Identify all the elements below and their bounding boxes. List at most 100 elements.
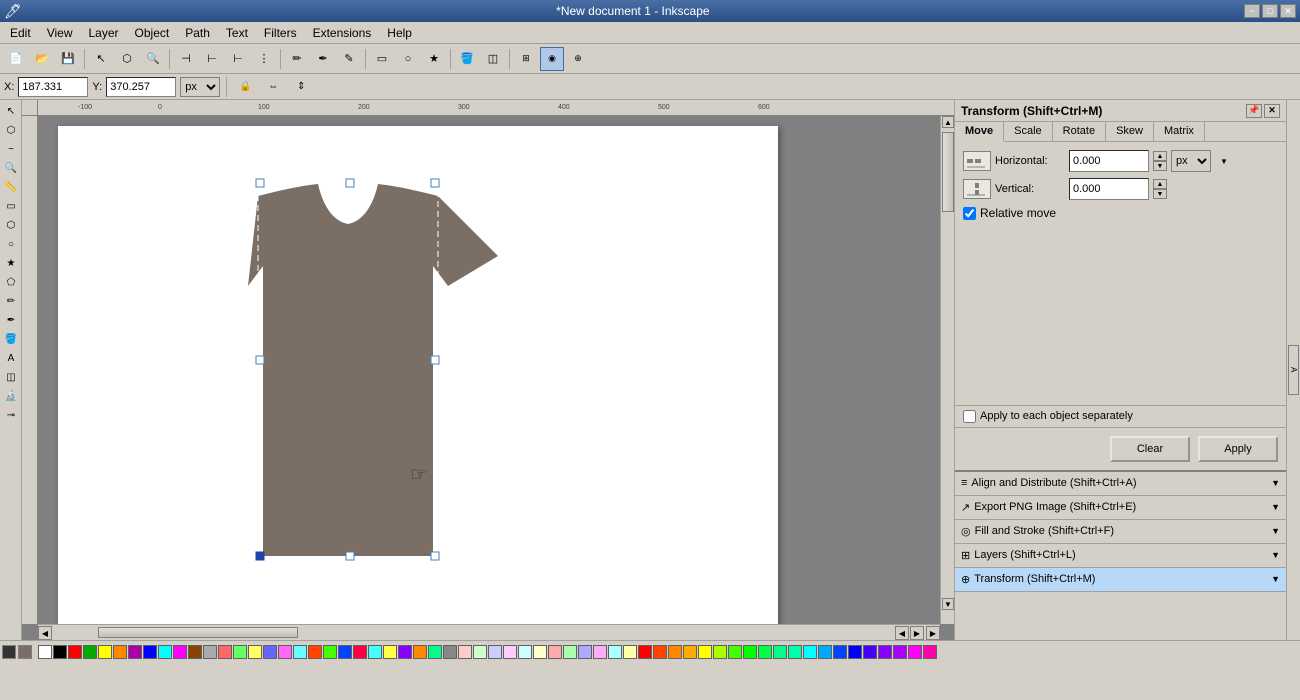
hscroll-right-button[interactable]: ▶	[926, 626, 940, 640]
color-swatch[interactable]	[653, 645, 667, 659]
menu-item-filters[interactable]: Filters	[256, 24, 305, 42]
rect-tool-left[interactable]: ▭	[2, 197, 20, 215]
star-tool-left[interactable]: ★	[2, 254, 20, 272]
color-swatch[interactable]	[878, 645, 892, 659]
page-next[interactable]: ▶	[910, 626, 924, 640]
flip-v-button[interactable]: ⇕	[289, 75, 313, 99]
vscroll-thumb[interactable]	[942, 132, 954, 212]
color-swatch[interactable]	[38, 645, 52, 659]
measure-tool[interactable]: 📏	[2, 178, 20, 196]
color-swatch[interactable]	[488, 645, 502, 659]
color-swatch[interactable]	[728, 645, 742, 659]
menu-item-object[interactable]: Object	[127, 24, 178, 42]
maximize-button[interactable]: □	[1262, 4, 1278, 18]
menu-item-view[interactable]: View	[39, 24, 81, 42]
panel-item-layers[interactable]: ⊞ Layers (Shift+Ctrl+L) ▼	[955, 544, 1286, 568]
relative-move-checkbox[interactable]	[963, 207, 976, 220]
circle-tool[interactable]: ○	[2, 235, 20, 253]
color-swatch[interactable]	[323, 645, 337, 659]
color-swatch[interactable]	[338, 645, 352, 659]
color-swatch[interactable]	[173, 645, 187, 659]
color-swatch[interactable]	[758, 645, 772, 659]
fill-indicator[interactable]	[18, 645, 32, 659]
color-swatch[interactable]	[83, 645, 97, 659]
vscroll-up-button[interactable]: ▲	[942, 116, 954, 128]
pencil-tool-left[interactable]: ✏	[2, 292, 20, 310]
3d-box-tool[interactable]: ⬡	[2, 216, 20, 234]
color-swatch[interactable]	[368, 645, 382, 659]
color-swatch[interactable]	[848, 645, 862, 659]
gradient-tool[interactable]: ◫	[481, 47, 505, 71]
vscroll-down-button[interactable]: ▼	[942, 598, 954, 610]
transform-tab-rotate[interactable]: Rotate	[1053, 122, 1106, 141]
color-swatch[interactable]	[713, 645, 727, 659]
color-swatch[interactable]	[203, 645, 217, 659]
x-input[interactable]	[18, 77, 88, 97]
color-swatch[interactable]	[98, 645, 112, 659]
calligraphy-tool[interactable]: ✒	[2, 311, 20, 329]
vertical-scrollbar[interactable]: ▲ ▼	[940, 116, 954, 624]
color-swatch[interactable]	[68, 645, 82, 659]
color-swatch[interactable]	[218, 645, 232, 659]
unit-select[interactable]: px mm cm in pt	[1171, 150, 1211, 172]
zoom-tool[interactable]: 🔍	[141, 47, 165, 71]
snap-button-3[interactable]: ⊕	[566, 47, 590, 71]
connector-tool[interactable]: ⊸	[2, 406, 20, 424]
vertical-spin-down[interactable]: ▼	[1153, 189, 1167, 199]
color-swatch[interactable]	[458, 645, 472, 659]
color-swatch[interactable]	[518, 645, 532, 659]
color-swatch[interactable]	[473, 645, 487, 659]
eyedropper-tool[interactable]: 🔬	[2, 387, 20, 405]
color-swatch[interactable]	[353, 645, 367, 659]
selection-tool[interactable]: ↖	[2, 102, 20, 120]
pencil-tool[interactable]: ✎	[337, 47, 361, 71]
close-button[interactable]: ✕	[1280, 4, 1296, 18]
paint-bucket-tool[interactable]: 🪣	[2, 330, 20, 348]
color-swatch[interactable]	[863, 645, 877, 659]
color-swatch[interactable]	[833, 645, 847, 659]
panel-item-export[interactable]: ↗ Export PNG Image (Shift+Ctrl+E) ▼	[955, 496, 1286, 520]
gradient-tool-left[interactable]: ◫	[2, 368, 20, 386]
pen-tool[interactable]: ✒	[311, 47, 335, 71]
canvas-area[interactable]: -100 0 100 200 300 400 500 600	[22, 100, 954, 640]
color-swatch[interactable]	[143, 645, 157, 659]
color-swatch[interactable]	[803, 645, 817, 659]
transform-tab-move[interactable]: Move	[955, 122, 1004, 142]
hscroll-thumb[interactable]	[98, 627, 298, 638]
tshirt-object[interactable]: ☞	[178, 176, 518, 579]
color-swatch[interactable]	[548, 645, 562, 659]
menu-item-layer[interactable]: Layer	[80, 24, 126, 42]
align-right-button[interactable]: ⊢	[226, 47, 250, 71]
color-swatch[interactable]	[113, 645, 127, 659]
rect-tool[interactable]: ▭	[370, 47, 394, 71]
color-swatch[interactable]	[668, 645, 682, 659]
snap-button-1[interactable]: ⊞	[514, 47, 538, 71]
node-tool[interactable]: ⬡	[115, 47, 139, 71]
color-swatch[interactable]	[53, 645, 67, 659]
minimize-button[interactable]: −	[1244, 4, 1260, 18]
node-edit-tool[interactable]: ⬡	[2, 121, 20, 139]
transform-tab-matrix[interactable]: Matrix	[1154, 122, 1205, 141]
menu-item-path[interactable]: Path	[177, 24, 218, 42]
color-swatch[interactable]	[233, 645, 247, 659]
color-swatch[interactable]	[263, 645, 277, 659]
color-swatch[interactable]	[398, 645, 412, 659]
ellipse-tool[interactable]: ○	[396, 47, 420, 71]
arrange-btn-1[interactable]: A	[1288, 345, 1299, 395]
horizontal-spin-down[interactable]: ▼	[1153, 161, 1167, 171]
horizontal-spin-up[interactable]: ▲	[1153, 151, 1167, 161]
color-swatch[interactable]	[638, 645, 652, 659]
color-swatch[interactable]	[533, 645, 547, 659]
save-button[interactable]: 💾	[56, 47, 80, 71]
apply-each-checkbox[interactable]	[963, 410, 976, 423]
color-swatch[interactable]	[623, 645, 637, 659]
color-swatch[interactable]	[923, 645, 937, 659]
color-swatch[interactable]	[443, 645, 457, 659]
unit-arrow[interactable]: ▼	[1215, 152, 1233, 170]
horizontal-input[interactable]	[1069, 150, 1149, 172]
polygon-tool[interactable]: ⬠	[2, 273, 20, 291]
panel-pin-button[interactable]: 📌	[1246, 104, 1262, 118]
menu-item-edit[interactable]: Edit	[2, 24, 39, 42]
distribute-button[interactable]: ⋮	[252, 47, 276, 71]
color-swatch[interactable]	[908, 645, 922, 659]
